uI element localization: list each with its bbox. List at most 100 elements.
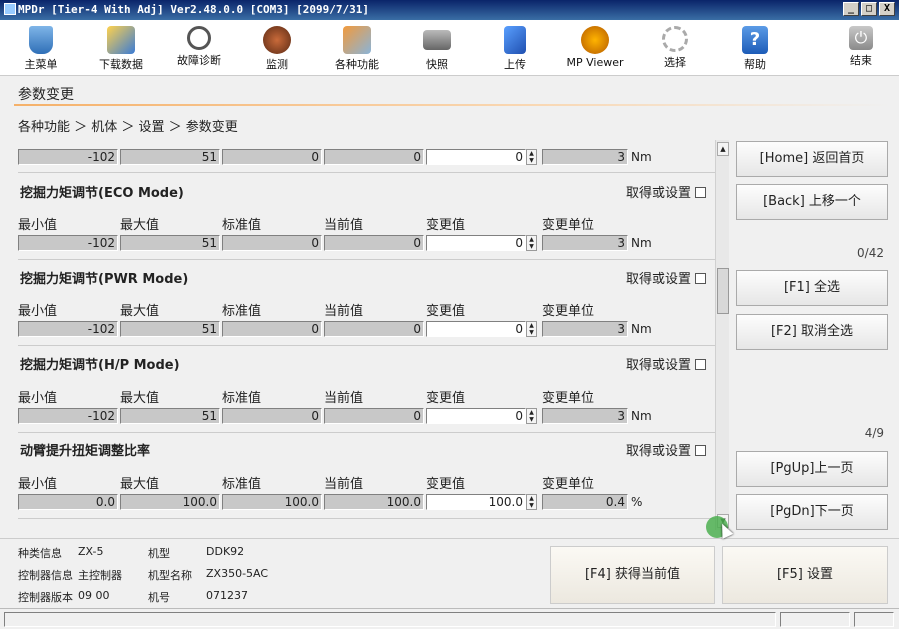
scroll-up-arrow-icon[interactable]: ▲ bbox=[717, 142, 729, 156]
page-down-button[interactable]: [PgDn]下一页 bbox=[736, 494, 888, 530]
page-title: 参数变更 bbox=[18, 87, 74, 103]
status-segment bbox=[854, 612, 894, 627]
section-divider bbox=[18, 432, 718, 433]
section-divider bbox=[18, 259, 718, 260]
current-value: 0 bbox=[324, 149, 424, 165]
unit-label: % bbox=[631, 495, 643, 509]
functions-icon bbox=[343, 26, 371, 54]
page-indicator: 4/9 bbox=[864, 426, 884, 440]
checkbox-icon[interactable] bbox=[695, 359, 707, 370]
window-title: MPDr [Tier-4 With Adj] Ver2.48.0.0 [COM3… bbox=[18, 3, 369, 16]
col-min-label: 最小值 bbox=[18, 304, 58, 319]
col-step-label: 变更单位 bbox=[542, 477, 595, 492]
controller-value: 主控制器 bbox=[78, 569, 122, 582]
unit-label: Nm bbox=[631, 150, 652, 164]
main-menu-icon bbox=[29, 26, 53, 54]
deselect-all-button[interactable]: [F2] 取消全选 bbox=[736, 314, 888, 350]
home-button[interactable]: [Home] 返回首页 bbox=[736, 141, 888, 177]
toolbar-help[interactable]: ? 帮助 bbox=[720, 22, 790, 72]
serial-value: 071237 bbox=[206, 589, 248, 602]
max-value: 100.0 bbox=[120, 494, 220, 510]
min-value: -102 bbox=[18, 149, 118, 165]
current-value: 0 bbox=[324, 235, 424, 251]
change-value-spinner[interactable]: ▲ ▼ bbox=[526, 408, 537, 424]
min-value: 0.0 bbox=[18, 494, 118, 510]
toolbar-upload[interactable]: 上传 bbox=[480, 22, 550, 72]
serial-label: 机号 bbox=[148, 591, 170, 604]
change-value-input[interactable]: 0 bbox=[426, 235, 526, 251]
toolbar-download[interactable]: 下载数据 bbox=[86, 22, 156, 72]
col-max-label: 最大值 bbox=[120, 218, 160, 233]
get-set-checkbox-eco[interactable]: 取得或设置 bbox=[626, 182, 707, 201]
section-divider bbox=[18, 172, 718, 173]
toolbar-monitor[interactable]: 监测 bbox=[242, 22, 312, 72]
viewer-icon bbox=[581, 26, 609, 54]
change-value-spinner[interactable]: ▲ ▼ bbox=[526, 494, 537, 510]
section-title-eco: 挖掘力矩调节(ECO Mode) bbox=[20, 186, 184, 201]
main-toolbar: 主菜单 下载数据 故障诊断 监测 各种功能 快照 上传 MP Viewer 选择… bbox=[0, 20, 899, 76]
change-step: 3 bbox=[542, 321, 628, 337]
close-button[interactable]: X bbox=[879, 2, 895, 16]
get-set-checkbox-pwr[interactable]: 取得或设置 bbox=[626, 268, 707, 287]
section-title-boom-ratio: 动臂提升扭矩调整比率 bbox=[20, 444, 151, 459]
change-value-input[interactable]: 100.0 bbox=[426, 494, 526, 510]
toolbar-mp-viewer[interactable]: MP Viewer bbox=[560, 22, 630, 69]
change-value-spinner[interactable]: ▲ ▼ bbox=[526, 321, 537, 337]
select-gear-icon bbox=[662, 26, 688, 52]
toolbar-main-menu[interactable]: 主菜单 bbox=[6, 22, 76, 72]
app-icon bbox=[4, 3, 16, 15]
max-value: 51 bbox=[120, 149, 220, 165]
minimize-button[interactable]: _ bbox=[843, 2, 859, 16]
model-name-value: ZX350-5AC bbox=[206, 567, 269, 580]
change-step: 0.4 bbox=[542, 494, 628, 510]
checkbox-icon[interactable] bbox=[695, 187, 707, 198]
toolbar-snapshot[interactable]: 快照 bbox=[402, 22, 472, 72]
col-cur-label: 当前值 bbox=[324, 391, 364, 406]
vertical-scrollbar[interactable]: ▲ ▼ bbox=[715, 140, 729, 530]
monitor-gauge-icon bbox=[263, 26, 291, 54]
breadcrumb: 各种功能 ＞ 机体 ＞ 设置 ＞ 参数变更 bbox=[18, 120, 238, 135]
change-value-input[interactable]: 0 bbox=[426, 321, 526, 337]
status-bar bbox=[0, 608, 899, 629]
col-cur-label: 当前值 bbox=[324, 304, 364, 319]
current-value: 100.0 bbox=[324, 494, 424, 510]
col-chg-label: 变更值 bbox=[426, 218, 466, 233]
select-all-button[interactable]: [F1] 全选 bbox=[736, 270, 888, 306]
col-std-label: 标准值 bbox=[222, 304, 262, 319]
back-button[interactable]: [Back] 上移一个 bbox=[736, 184, 888, 220]
col-std-label: 标准值 bbox=[222, 477, 262, 492]
checkbox-icon[interactable] bbox=[695, 273, 707, 284]
toolbar-diagnosis[interactable]: 故障诊断 bbox=[164, 22, 234, 68]
model-label: 机型 bbox=[148, 547, 170, 560]
toolbar-functions[interactable]: 各种功能 bbox=[322, 22, 392, 72]
checkbox-icon[interactable] bbox=[695, 445, 707, 456]
change-step: 3 bbox=[542, 235, 628, 251]
model-name-label: 机型名称 bbox=[148, 569, 192, 582]
change-step: 3 bbox=[542, 408, 628, 424]
change-value-spinner[interactable]: ▲ ▼ bbox=[526, 235, 537, 251]
toolbar-exit[interactable]: ⏻ 结束 bbox=[826, 22, 896, 68]
change-value-spinner[interactable]: ▲ ▼ bbox=[526, 149, 537, 165]
col-max-label: 最大值 bbox=[120, 304, 160, 319]
get-set-checkbox-hp[interactable]: 取得或设置 bbox=[626, 354, 707, 373]
selection-count: 0/42 bbox=[857, 246, 884, 260]
upload-icon bbox=[504, 26, 526, 54]
status-segment bbox=[780, 612, 850, 627]
change-value-input[interactable]: 0 bbox=[426, 408, 526, 424]
standard-value: 100.0 bbox=[222, 494, 322, 510]
controller-label: 控制器信息 bbox=[18, 569, 73, 582]
section-title-hp: 挖掘力矩调节(H/P Mode) bbox=[20, 358, 180, 373]
get-set-checkbox-boom[interactable]: 取得或设置 bbox=[626, 440, 707, 459]
page-up-button[interactable]: [PgUp]上一页 bbox=[736, 451, 888, 487]
parameter-list: -102 51 0 0 0 ▲ ▼ 3 Nm 挖掘力矩调节(ECO Mode) 取… bbox=[14, 140, 730, 530]
standard-value: 0 bbox=[222, 408, 322, 424]
change-value-input[interactable]: 0 bbox=[426, 149, 526, 165]
set-button[interactable]: [F5] 设置 bbox=[722, 546, 888, 604]
scroll-thumb[interactable] bbox=[717, 268, 729, 314]
maximize-button[interactable]: □ bbox=[861, 2, 877, 16]
toolbar-select[interactable]: 选择 bbox=[640, 22, 710, 70]
help-icon: ? bbox=[742, 26, 768, 54]
get-current-value-button[interactable]: [F4] 获得当前值 bbox=[550, 546, 715, 604]
col-step-label: 变更单位 bbox=[542, 304, 595, 319]
standard-value: 0 bbox=[222, 149, 322, 165]
